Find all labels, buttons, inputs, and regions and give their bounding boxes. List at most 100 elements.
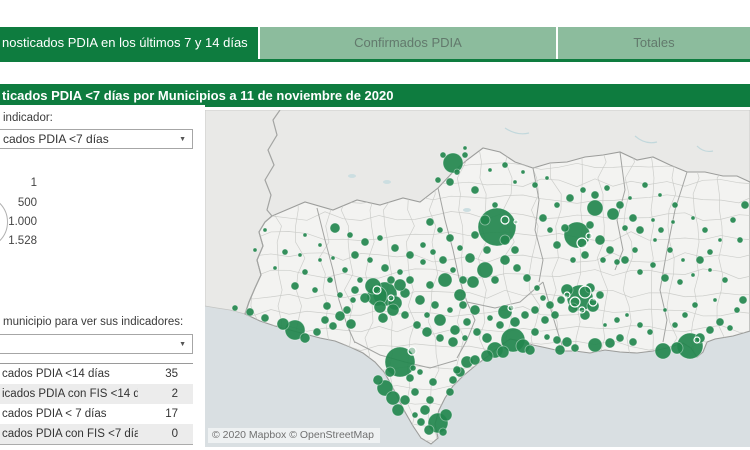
map-bubble[interactable] bbox=[481, 332, 493, 344]
map-bubble[interactable] bbox=[530, 305, 540, 315]
map-bubble[interactable] bbox=[636, 268, 644, 276]
map-bubble[interactable] bbox=[231, 304, 239, 312]
map-bubble[interactable] bbox=[652, 237, 658, 243]
municipality-dropdown[interactable]: ▼ bbox=[0, 334, 193, 354]
map-bubble[interactable] bbox=[461, 334, 469, 342]
map-bubble[interactable] bbox=[320, 315, 330, 325]
map-bubble[interactable] bbox=[603, 184, 611, 192]
map-bubble[interactable] bbox=[706, 248, 714, 256]
map-bubble[interactable] bbox=[554, 344, 566, 356]
map-bubble[interactable] bbox=[423, 311, 431, 319]
map-bubble[interactable] bbox=[472, 327, 482, 337]
map-bubble[interactable] bbox=[605, 245, 615, 255]
map-bubble[interactable] bbox=[613, 316, 621, 324]
map-bubble[interactable] bbox=[393, 278, 407, 292]
map-bubble[interactable] bbox=[662, 307, 668, 313]
map-bubble-ring[interactable] bbox=[693, 336, 701, 344]
map-bubble[interactable] bbox=[428, 377, 438, 387]
map-bubble[interactable] bbox=[245, 307, 255, 317]
tab-totales[interactable]: Totales bbox=[558, 27, 750, 59]
map-bubble[interactable] bbox=[439, 408, 453, 422]
map-bubble[interactable] bbox=[429, 248, 437, 256]
map-bubble[interactable] bbox=[487, 167, 493, 173]
map-bubble[interactable] bbox=[631, 246, 639, 254]
map-bubble[interactable] bbox=[386, 303, 400, 317]
map-bubble[interactable] bbox=[701, 226, 709, 234]
map-bubble[interactable] bbox=[660, 273, 670, 283]
map-bubble[interactable] bbox=[499, 234, 511, 246]
map-bubble[interactable] bbox=[329, 222, 341, 234]
map-bubble[interactable] bbox=[462, 145, 468, 151]
map-bubble[interactable] bbox=[595, 290, 605, 300]
map-bubble[interactable] bbox=[334, 310, 346, 322]
map-bubble[interactable] bbox=[561, 336, 573, 348]
map-bubble[interactable] bbox=[445, 233, 455, 243]
map-bubble[interactable] bbox=[590, 190, 600, 200]
map-bubble[interactable] bbox=[445, 177, 455, 187]
map-bubble[interactable] bbox=[439, 151, 447, 159]
map-bubble[interactable] bbox=[676, 278, 684, 286]
map-bubble[interactable] bbox=[425, 280, 435, 290]
map-bubble[interactable] bbox=[452, 365, 462, 375]
map-bubble[interactable] bbox=[550, 310, 560, 320]
map-bubble[interactable] bbox=[615, 200, 625, 210]
map-bubble-ring[interactable] bbox=[513, 219, 519, 225]
map-bubble[interactable] bbox=[476, 261, 494, 279]
map-bubble[interactable] bbox=[405, 275, 415, 285]
map-bubble-ring[interactable] bbox=[387, 294, 395, 302]
map-bubble-ring[interactable] bbox=[588, 297, 598, 307]
map-bubble-ring[interactable] bbox=[500, 215, 510, 225]
map-bubble[interactable] bbox=[587, 337, 603, 353]
map-bubble[interactable] bbox=[301, 268, 309, 276]
map-bubble-ring[interactable] bbox=[507, 304, 515, 312]
map-bubble[interactable] bbox=[602, 322, 608, 328]
map-bubble[interactable] bbox=[311, 286, 319, 294]
map-bubble[interactable] bbox=[695, 255, 705, 265]
map-bubble-ring[interactable] bbox=[407, 346, 417, 356]
map-bubble[interactable] bbox=[624, 312, 630, 318]
table-row[interactable]: icados PDIA con FIS <14 días 2 bbox=[0, 384, 193, 404]
map-bubble[interactable] bbox=[437, 272, 453, 288]
map-bubble[interactable] bbox=[445, 387, 455, 397]
map-bubble[interactable] bbox=[482, 245, 492, 255]
map-bubble[interactable] bbox=[345, 318, 357, 330]
map-bubble[interactable] bbox=[509, 316, 521, 328]
map-bubble[interactable] bbox=[400, 310, 410, 320]
map-bubble[interactable] bbox=[604, 337, 616, 349]
map-bubble[interactable] bbox=[458, 275, 468, 285]
map-bubble[interactable] bbox=[671, 321, 679, 329]
map-bubble[interactable] bbox=[715, 317, 725, 327]
map-bubble[interactable] bbox=[448, 375, 458, 385]
map-bubble[interactable] bbox=[636, 321, 644, 329]
map-bubble[interactable] bbox=[416, 417, 426, 427]
map-bubble[interactable] bbox=[721, 276, 729, 284]
map-bubble[interactable] bbox=[539, 294, 547, 302]
table-row[interactable]: cados PDIA con FIS <7 días 0 bbox=[0, 424, 193, 444]
tab-diagnosticados-pdia[interactable]: nosticados PDIA en los últimos 7 y 14 dí… bbox=[0, 27, 258, 59]
map-bubble[interactable] bbox=[356, 276, 364, 284]
map-bubble[interactable] bbox=[544, 175, 550, 181]
map-bubble[interactable] bbox=[330, 255, 336, 261]
map-bubble[interactable] bbox=[553, 201, 561, 209]
map-bubble[interactable] bbox=[328, 321, 338, 331]
map-bubble[interactable] bbox=[530, 327, 540, 337]
map-bubble[interactable] bbox=[520, 310, 530, 320]
map-bubble[interactable] bbox=[531, 181, 539, 189]
map-bubble[interactable] bbox=[464, 252, 476, 264]
map-bubble[interactable] bbox=[495, 320, 505, 330]
map-bubble[interactable] bbox=[350, 285, 360, 295]
map-bubble[interactable] bbox=[434, 176, 442, 184]
map-bubble[interactable] bbox=[628, 213, 638, 223]
map-bubble[interactable] bbox=[359, 292, 371, 304]
map-bubble[interactable] bbox=[373, 300, 387, 314]
map-bubble[interactable] bbox=[524, 344, 536, 356]
map-bubble[interactable] bbox=[262, 227, 268, 233]
map-bubble[interactable] bbox=[412, 320, 422, 330]
map-bubble[interactable] bbox=[580, 250, 590, 260]
map-bubble[interactable] bbox=[654, 342, 672, 360]
map-bubble[interactable] bbox=[621, 224, 629, 232]
map-bubble[interactable] bbox=[490, 275, 500, 285]
map-bubble[interactable] bbox=[436, 226, 444, 234]
map-bubble[interactable] bbox=[453, 168, 461, 176]
map-bubble[interactable] bbox=[299, 332, 311, 344]
